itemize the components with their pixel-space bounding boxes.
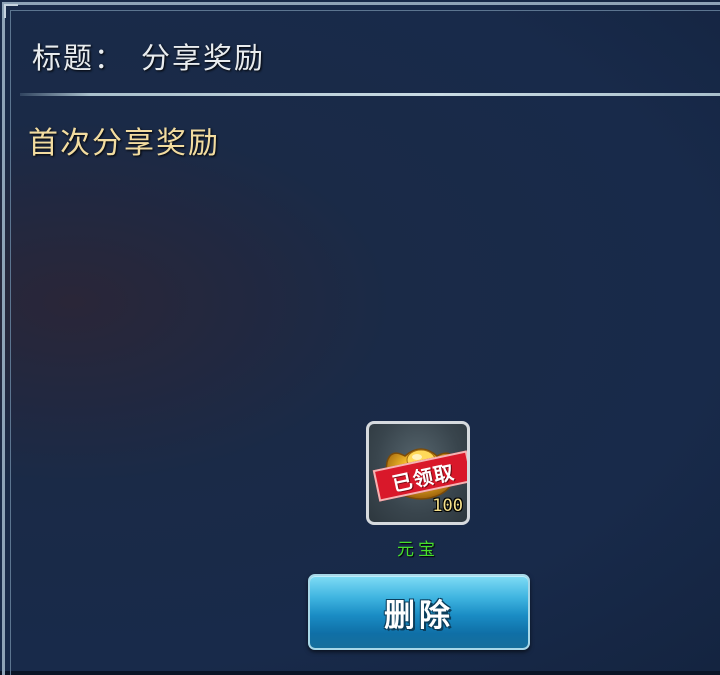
panel-corner-ornament — [4, 4, 18, 18]
mail-body-text: 首次分享奖励 — [28, 126, 220, 161]
mail-title-row: 标题： 分享奖励 — [32, 36, 265, 76]
item-quantity: 100 — [432, 496, 463, 516]
attachment-item-slot[interactable]: 已领取 100 — [366, 421, 470, 525]
delete-button-label: 删除 — [384, 597, 454, 634]
mail-title: 分享奖励 — [141, 41, 266, 75]
mail-detail-panel: 标题： 分享奖励 首次分享奖励 已领取 100 元宝 删除 — [0, 0, 720, 675]
title-label: 标题： — [32, 41, 126, 75]
attachment-item-name: 元宝 — [397, 540, 439, 560]
title-divider — [20, 93, 720, 96]
delete-button[interactable]: 删除 — [308, 574, 530, 650]
